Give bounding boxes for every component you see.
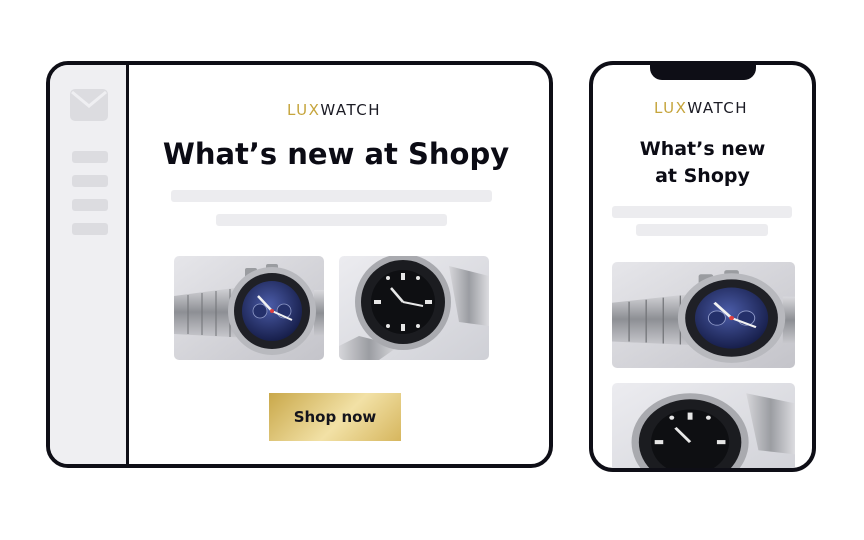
- mail-icon[interactable]: [70, 89, 108, 121]
- brand-lux: LUX: [287, 101, 321, 119]
- product-image-chronograph[interactable]: [612, 262, 795, 368]
- text-placeholder: [171, 190, 492, 202]
- headline-line: What’s new: [639, 138, 766, 160]
- product-image-diver[interactable]: [612, 383, 795, 468]
- sidebar-item[interactable]: [72, 175, 108, 187]
- brand-logo: LUXWATCH: [287, 101, 381, 119]
- sidebar-item[interactable]: [72, 199, 108, 211]
- email-client-sidebar: [50, 65, 129, 464]
- shop-now-button[interactable]: Shop now: [269, 393, 401, 441]
- brand-watch: WATCH: [320, 101, 382, 119]
- phone-notch: [650, 65, 756, 80]
- brand-logo: LUXWATCH: [654, 99, 748, 117]
- product-image-chronograph[interactable]: [174, 256, 324, 360]
- email-headline: What’s new at Shopy: [162, 137, 510, 171]
- headline-line: at Shopy: [655, 165, 750, 187]
- product-image-diver[interactable]: [339, 256, 489, 360]
- sidebar-item[interactable]: [72, 223, 108, 235]
- text-placeholder: [636, 224, 768, 236]
- text-placeholder: [216, 214, 447, 226]
- desktop-email-preview: LUXWATCH What’s new at Shopy Shop now: [46, 61, 553, 468]
- brand-lux: LUX: [654, 99, 688, 117]
- sidebar-item[interactable]: [72, 151, 108, 163]
- email-headline: What’s new at Shopy: [603, 136, 802, 190]
- brand-watch: WATCH: [687, 99, 749, 117]
- mobile-email-preview: LUXWATCH What’s new at Shopy: [589, 61, 816, 472]
- text-placeholder: [612, 206, 792, 218]
